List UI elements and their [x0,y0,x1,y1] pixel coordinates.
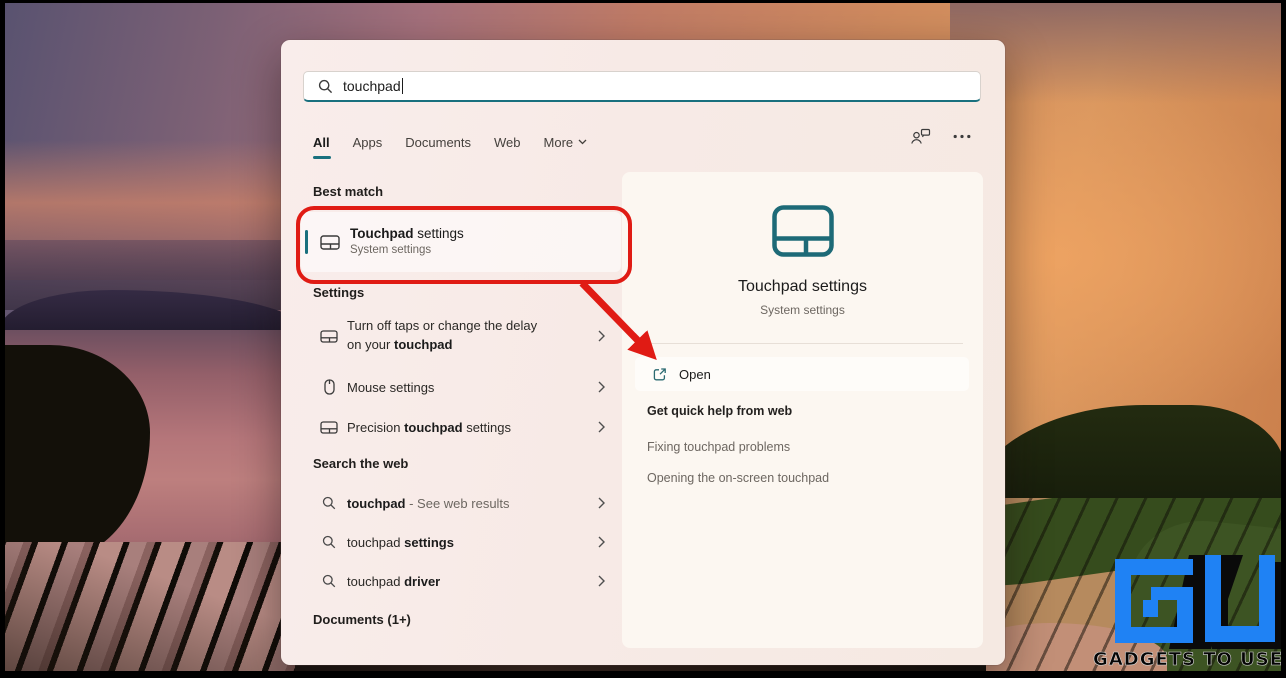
result-label-line1: Turn off taps or change the delay [347,318,537,333]
label-part-muted: - See web results [406,496,510,511]
touchpad-icon [320,330,338,343]
label-part: touchpad [347,574,404,589]
result-label: touchpad driver [347,574,440,589]
label-part: settings [463,420,511,435]
search-input[interactable]: touchpad [303,71,981,102]
web-result-see-results[interactable]: touchpad - See web results [301,488,621,518]
gadgetstouse-watermark: GADGETS TO USE [1087,555,1283,670]
preview-subtitle: System settings [622,303,983,317]
more-options-icon[interactable] [953,134,971,139]
search-icon [320,535,338,549]
result-label-line2-bold: touchpad [394,337,453,352]
search-icon [320,496,338,510]
open-external-icon [652,367,667,382]
selection-accent-bar [305,230,308,254]
result-label: touchpad settings [347,535,454,550]
best-match-text: Touchpad settings System settings [350,225,464,259]
result-label-line2: on your [347,337,394,352]
tab-more[interactable]: More [544,135,588,150]
settings-result-precision-touchpad[interactable]: Precision touchpad settings [301,412,621,442]
label-part-bold: driver [404,574,440,589]
result-title-bold: Touchpad [350,226,414,241]
feedback-icon[interactable] [910,128,931,145]
section-web-title: Search the web [313,456,408,471]
open-button-label: Open [679,367,711,382]
text-caret [402,78,404,94]
help-section-title: Get quick help from web [647,404,792,418]
chevron-down-icon [578,139,587,145]
section-best-match-title: Best match [313,184,383,199]
help-link-onscreen-touchpad[interactable]: Opening the on-screen touchpad [647,471,829,485]
tab-label: All [313,135,330,150]
result-title-rest: settings [414,226,464,241]
tab-all[interactable]: All [313,135,330,150]
label-part-bold: touchpad [404,420,463,435]
preview-divider [645,343,963,344]
tab-label: Web [494,135,521,150]
section-settings-title: Settings [313,285,364,300]
chevron-right-icon [598,421,605,433]
chevron-right-icon [598,497,605,509]
settings-result-mouse-settings[interactable]: Mouse settings [301,372,621,402]
web-result-touchpad-driver[interactable]: touchpad driver [301,566,621,596]
touchpad-icon [320,235,340,250]
result-label: Turn off taps or change the delay on you… [347,317,537,355]
tab-apps[interactable]: Apps [353,135,383,150]
label-part: touchpad [347,535,404,550]
tab-label: Apps [353,135,383,150]
result-label: Mouse settings [347,380,434,395]
preview-title: Touchpad settings [622,278,983,296]
touchpad-icon [320,421,338,434]
gadgetstouse-logo-icon [1093,555,1283,649]
tab-web[interactable]: Web [494,135,521,150]
chevron-right-icon [598,536,605,548]
chevron-right-icon [598,381,605,393]
label-part-bold: settings [404,535,454,550]
result-subtitle: System settings [350,243,464,259]
wallpaper-terraces-left [0,542,304,678]
chevron-right-icon [598,330,605,342]
chevron-right-icon [598,575,605,587]
web-result-touchpad-settings[interactable]: touchpad settings [301,527,621,557]
open-action-button[interactable]: Open [635,357,969,391]
result-label: touchpad - See web results [347,496,510,511]
result-title: Touchpad settings [350,225,464,243]
windows-search-flyout: touchpad All Apps Documents Web More [281,40,1005,665]
search-header-actions [910,128,971,145]
search-icon [320,574,338,588]
filter-tabs: All Apps Documents Web More [313,128,587,156]
help-link-fixing-problems[interactable]: Fixing touchpad problems [647,440,790,454]
active-tab-underline [313,156,331,159]
mouse-icon [320,379,338,395]
tab-label: Documents [405,135,471,150]
search-query-text: touchpad [343,78,401,94]
search-icon [318,79,333,94]
section-documents-title[interactable]: Documents (1+) [313,612,411,627]
label-part: Precision [347,420,404,435]
tab-documents[interactable]: Documents [405,135,471,150]
result-label: Precision touchpad settings [347,420,511,435]
settings-result-turn-off-taps[interactable]: Turn off taps or change the delay on you… [301,312,621,360]
best-match-result-touchpad-settings[interactable]: Touchpad settings System settings [301,212,621,272]
screenshot-root: touchpad All Apps Documents Web More [0,0,1286,678]
gadgetstouse-brand-text: GADGETS TO USE [1087,649,1283,670]
touchpad-icon-large [772,205,834,257]
tab-label: More [544,135,574,150]
result-preview-pane: Touchpad settings System settings Open G… [622,172,983,648]
label-part-bold: touchpad [347,496,406,511]
